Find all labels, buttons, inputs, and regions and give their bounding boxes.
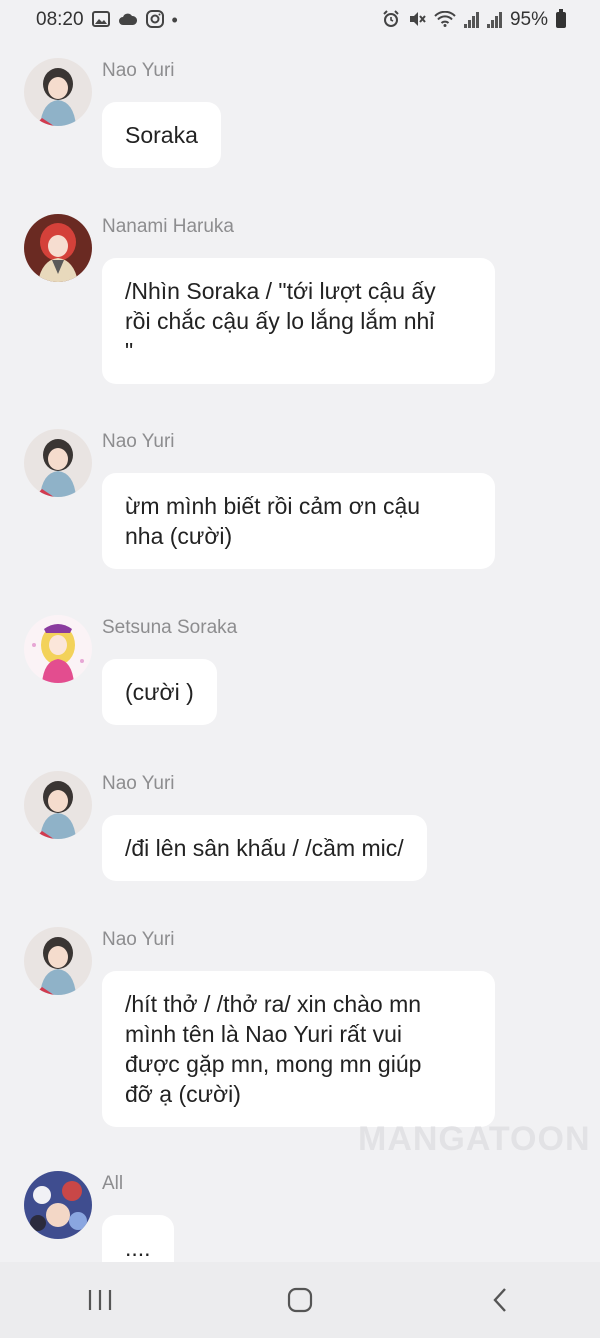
message-bubble[interactable]: Soraka: [102, 102, 221, 168]
battery-percent: 95%: [509, 9, 548, 30]
image-icon: [91, 10, 110, 30]
avatar[interactable]: [24, 214, 92, 282]
battery-icon: [556, 9, 566, 28]
avatar[interactable]: [24, 927, 92, 995]
alarm-icon: [382, 9, 400, 31]
recent-apps-icon: [88, 1290, 112, 1310]
avatar[interactable]: [24, 615, 92, 683]
sender-name: Nao Yuri: [102, 431, 175, 452]
message-bubble[interactable]: (cười ): [102, 659, 217, 725]
avatar[interactable]: [24, 771, 92, 839]
watermark: MANGATOON: [358, 1120, 591, 1158]
avatar[interactable]: [24, 429, 92, 497]
home-icon: [287, 1287, 313, 1313]
navigation-bar: [0, 1262, 600, 1338]
status-time: 08:20: [36, 9, 84, 30]
status-bar: 08:20 • 95%: [0, 0, 600, 40]
status-left: 08:20 •: [36, 9, 178, 31]
recent-apps-button[interactable]: [70, 1275, 130, 1325]
sender-name: Nao Yuri: [102, 929, 175, 950]
dot-icon: •: [171, 10, 178, 30]
mute-icon: [408, 10, 426, 31]
back-icon: [493, 1288, 506, 1312]
cloud-icon: [118, 11, 138, 29]
signal-icon: [486, 12, 502, 28]
message-bubble[interactable]: /Nhìn Soraka / "tới lượt cậu ấy rồi chắc…: [102, 258, 495, 384]
sender-name: Nao Yuri: [102, 60, 175, 81]
sender-name: All: [102, 1173, 124, 1194]
home-button[interactable]: [270, 1275, 330, 1325]
chat-list[interactable]: Nao Yuri Soraka Nanami Haruka /Nhìn Sora…: [0, 40, 600, 1262]
back-button[interactable]: [470, 1275, 530, 1325]
message-bubble[interactable]: ừm mình biết rồi cảm ơn cậu nha (cười): [102, 473, 495, 569]
message-bubble[interactable]: ....: [102, 1215, 174, 1262]
avatar[interactable]: [24, 58, 92, 126]
message-bubble[interactable]: /đi lên sân khấu / /cầm mic/: [102, 815, 427, 881]
sender-name: Setsuna Soraka: [102, 617, 238, 638]
message-bubble[interactable]: /hít thở / /thở ra/ xin chào mn mình tên…: [102, 971, 495, 1127]
instagram-icon: [145, 9, 164, 31]
avatar[interactable]: [24, 1171, 92, 1239]
status-right: 95%: [382, 9, 566, 31]
wifi-icon: [434, 10, 456, 30]
sender-name: Nanami Haruka: [102, 216, 234, 237]
signal-icon: [463, 12, 479, 28]
sender-name: Nao Yuri: [102, 773, 175, 794]
